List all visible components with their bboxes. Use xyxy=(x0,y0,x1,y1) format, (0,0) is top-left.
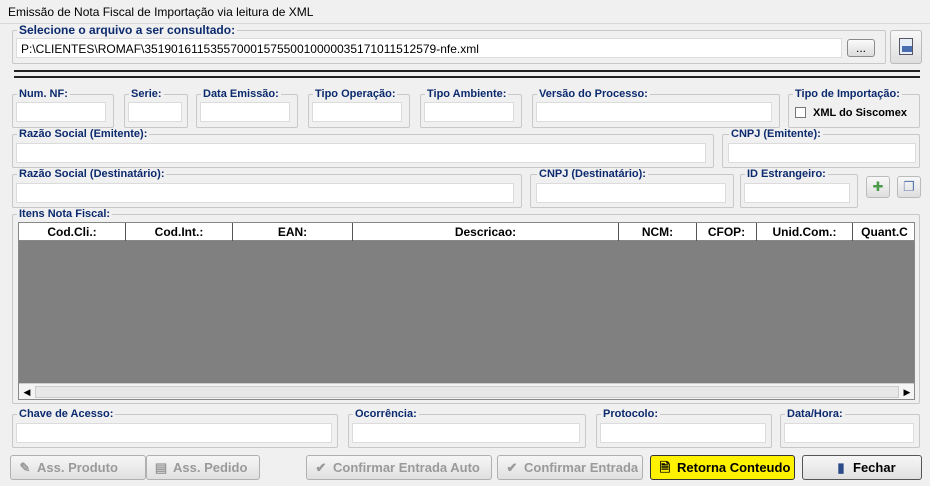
ass-pedido-button[interactable]: ▤ Ass. Pedido xyxy=(146,455,260,480)
col-cfop[interactable]: CFOP: xyxy=(697,223,757,241)
itens-grid[interactable]: Cod.Cli.: Cod.Int.: EAN: Descricao: NCM:… xyxy=(18,222,915,400)
ass-pedido-label: Ass. Pedido xyxy=(173,460,248,475)
return-document-icon: 🗎 xyxy=(659,459,671,475)
cnpj-emitente-field[interactable] xyxy=(728,143,916,163)
scroll-left-icon[interactable]: ◀ xyxy=(20,386,34,398)
check-icon: ✔ xyxy=(315,459,327,475)
itens-label: Itens Nota Fiscal: xyxy=(17,208,113,220)
copy-destinatario-button[interactable]: ❐ xyxy=(897,176,921,198)
versao-processo-field[interactable] xyxy=(536,102,772,122)
data-emissao-field[interactable] xyxy=(200,102,290,122)
tipo-ambiente-field[interactable] xyxy=(424,102,514,122)
fechar-button[interactable]: ▮ Fechar xyxy=(802,455,922,480)
col-cod-int[interactable]: Cod.Int.: xyxy=(126,223,233,241)
retorna-label: Retorna Conteudo xyxy=(677,460,791,475)
confirmar-entrada-button[interactable]: ✔ Confirmar Entrada xyxy=(497,455,643,480)
tipo-importacao-label: Tipo de Importação: xyxy=(793,88,902,100)
fechar-label: Fechar xyxy=(853,460,896,475)
order-icon: ▤ xyxy=(154,459,168,475)
razao-destinatario-label: Razão Social (Destinatário): xyxy=(17,168,167,180)
horizontal-scrollbar[interactable]: ◀ ▶ xyxy=(19,383,914,399)
versao-processo-label: Versão do Processo: xyxy=(537,88,650,100)
num-nf-field[interactable] xyxy=(16,102,106,122)
grid-body xyxy=(19,241,914,383)
copy-icon: ❐ xyxy=(903,179,915,194)
protocolo-label: Protocolo: xyxy=(601,408,660,420)
add-destinatario-button[interactable]: ✚ xyxy=(866,176,890,198)
file-path-value: P:\CLIENTES\ROMAF\3519016115355700015755… xyxy=(21,42,479,56)
col-ncm[interactable]: NCM: xyxy=(619,223,697,241)
tipo-operacao-label: Tipo Operação: xyxy=(313,88,398,100)
separator-line-2 xyxy=(14,76,920,78)
data-hora-label: Data/Hora: xyxy=(785,408,845,420)
data-emissao-label: Data Emissão: xyxy=(201,88,281,100)
scroll-thumb[interactable] xyxy=(35,386,899,398)
ocorrencia-label: Ocorrência: xyxy=(353,408,419,420)
col-quant[interactable]: Quant.C xyxy=(853,223,914,241)
id-estrangeiro-label: ID Estrangeiro: xyxy=(745,168,828,180)
confirmar-entrada-auto-button[interactable]: ✔ Confirmar Entrada Auto xyxy=(306,455,492,480)
xml-siscomex-checkbox[interactable] xyxy=(795,107,806,118)
cnpj-destinatario-label: CNPJ (Destinatário): xyxy=(537,168,648,180)
tipo-ambiente-label: Tipo Ambiente: xyxy=(425,88,509,100)
product-icon: ✎ xyxy=(19,459,31,475)
title-bar: Emissão de Nota Fiscal de Importação via… xyxy=(0,0,930,24)
razao-destinatario-field[interactable] xyxy=(16,183,514,203)
load-file-button[interactable] xyxy=(890,30,922,64)
razao-emitente-field[interactable] xyxy=(16,143,706,163)
grid-header: Cod.Cli.: Cod.Int.: EAN: Descricao: NCM:… xyxy=(19,223,914,241)
chave-label: Chave de Acesso: xyxy=(17,408,116,420)
col-cod-cli[interactable]: Cod.Cli.: xyxy=(19,223,126,241)
document-icon xyxy=(899,38,913,55)
check-icon: ✔ xyxy=(506,459,518,475)
ocorrencia-field[interactable] xyxy=(352,423,580,443)
serie-label: Serie: xyxy=(129,88,164,100)
protocolo-field[interactable] xyxy=(600,423,766,443)
cnpj-emitente-label: CNPJ (Emitente): xyxy=(729,128,823,140)
confirmar-auto-label: Confirmar Entrada Auto xyxy=(333,460,480,475)
col-unid-com[interactable]: Unid.Com.: xyxy=(757,223,853,241)
num-nf-label: Num. NF: xyxy=(17,88,70,100)
retorna-conteudo-button[interactable]: 🗎 Retorna Conteudo xyxy=(650,455,795,480)
col-ean[interactable]: EAN: xyxy=(233,223,353,241)
confirmar-label: Confirmar Entrada xyxy=(524,460,639,475)
tipo-operacao-field[interactable] xyxy=(312,102,402,122)
chave-field[interactable] xyxy=(16,423,332,443)
xml-siscomex-label: XML do Siscomex xyxy=(813,107,907,119)
ass-produto-button[interactable]: ✎ Ass. Produto xyxy=(10,455,146,480)
col-descricao[interactable]: Descricao: xyxy=(353,223,619,241)
file-select-label: Selecione o arquivo a ser consultado: xyxy=(17,23,238,37)
scroll-right-icon[interactable]: ▶ xyxy=(900,386,914,398)
exit-door-icon: ▮ xyxy=(837,459,845,475)
window-title: Emissão de Nota Fiscal de Importação via… xyxy=(8,5,314,19)
razao-emitente-label: Razão Social (Emitente): xyxy=(17,128,150,140)
id-estrangeiro-field[interactable] xyxy=(744,183,850,203)
cnpj-destinatario-field[interactable] xyxy=(536,183,726,203)
browse-button[interactable]: ... xyxy=(847,39,875,57)
file-path-input[interactable]: P:\CLIENTES\ROMAF\3519016115355700015755… xyxy=(16,38,842,58)
ass-produto-label: Ass. Produto xyxy=(37,460,118,475)
separator-line-1 xyxy=(14,70,920,72)
serie-field[interactable] xyxy=(128,102,182,122)
data-hora-field[interactable] xyxy=(784,423,914,443)
add-person-icon: ✚ xyxy=(872,179,884,194)
